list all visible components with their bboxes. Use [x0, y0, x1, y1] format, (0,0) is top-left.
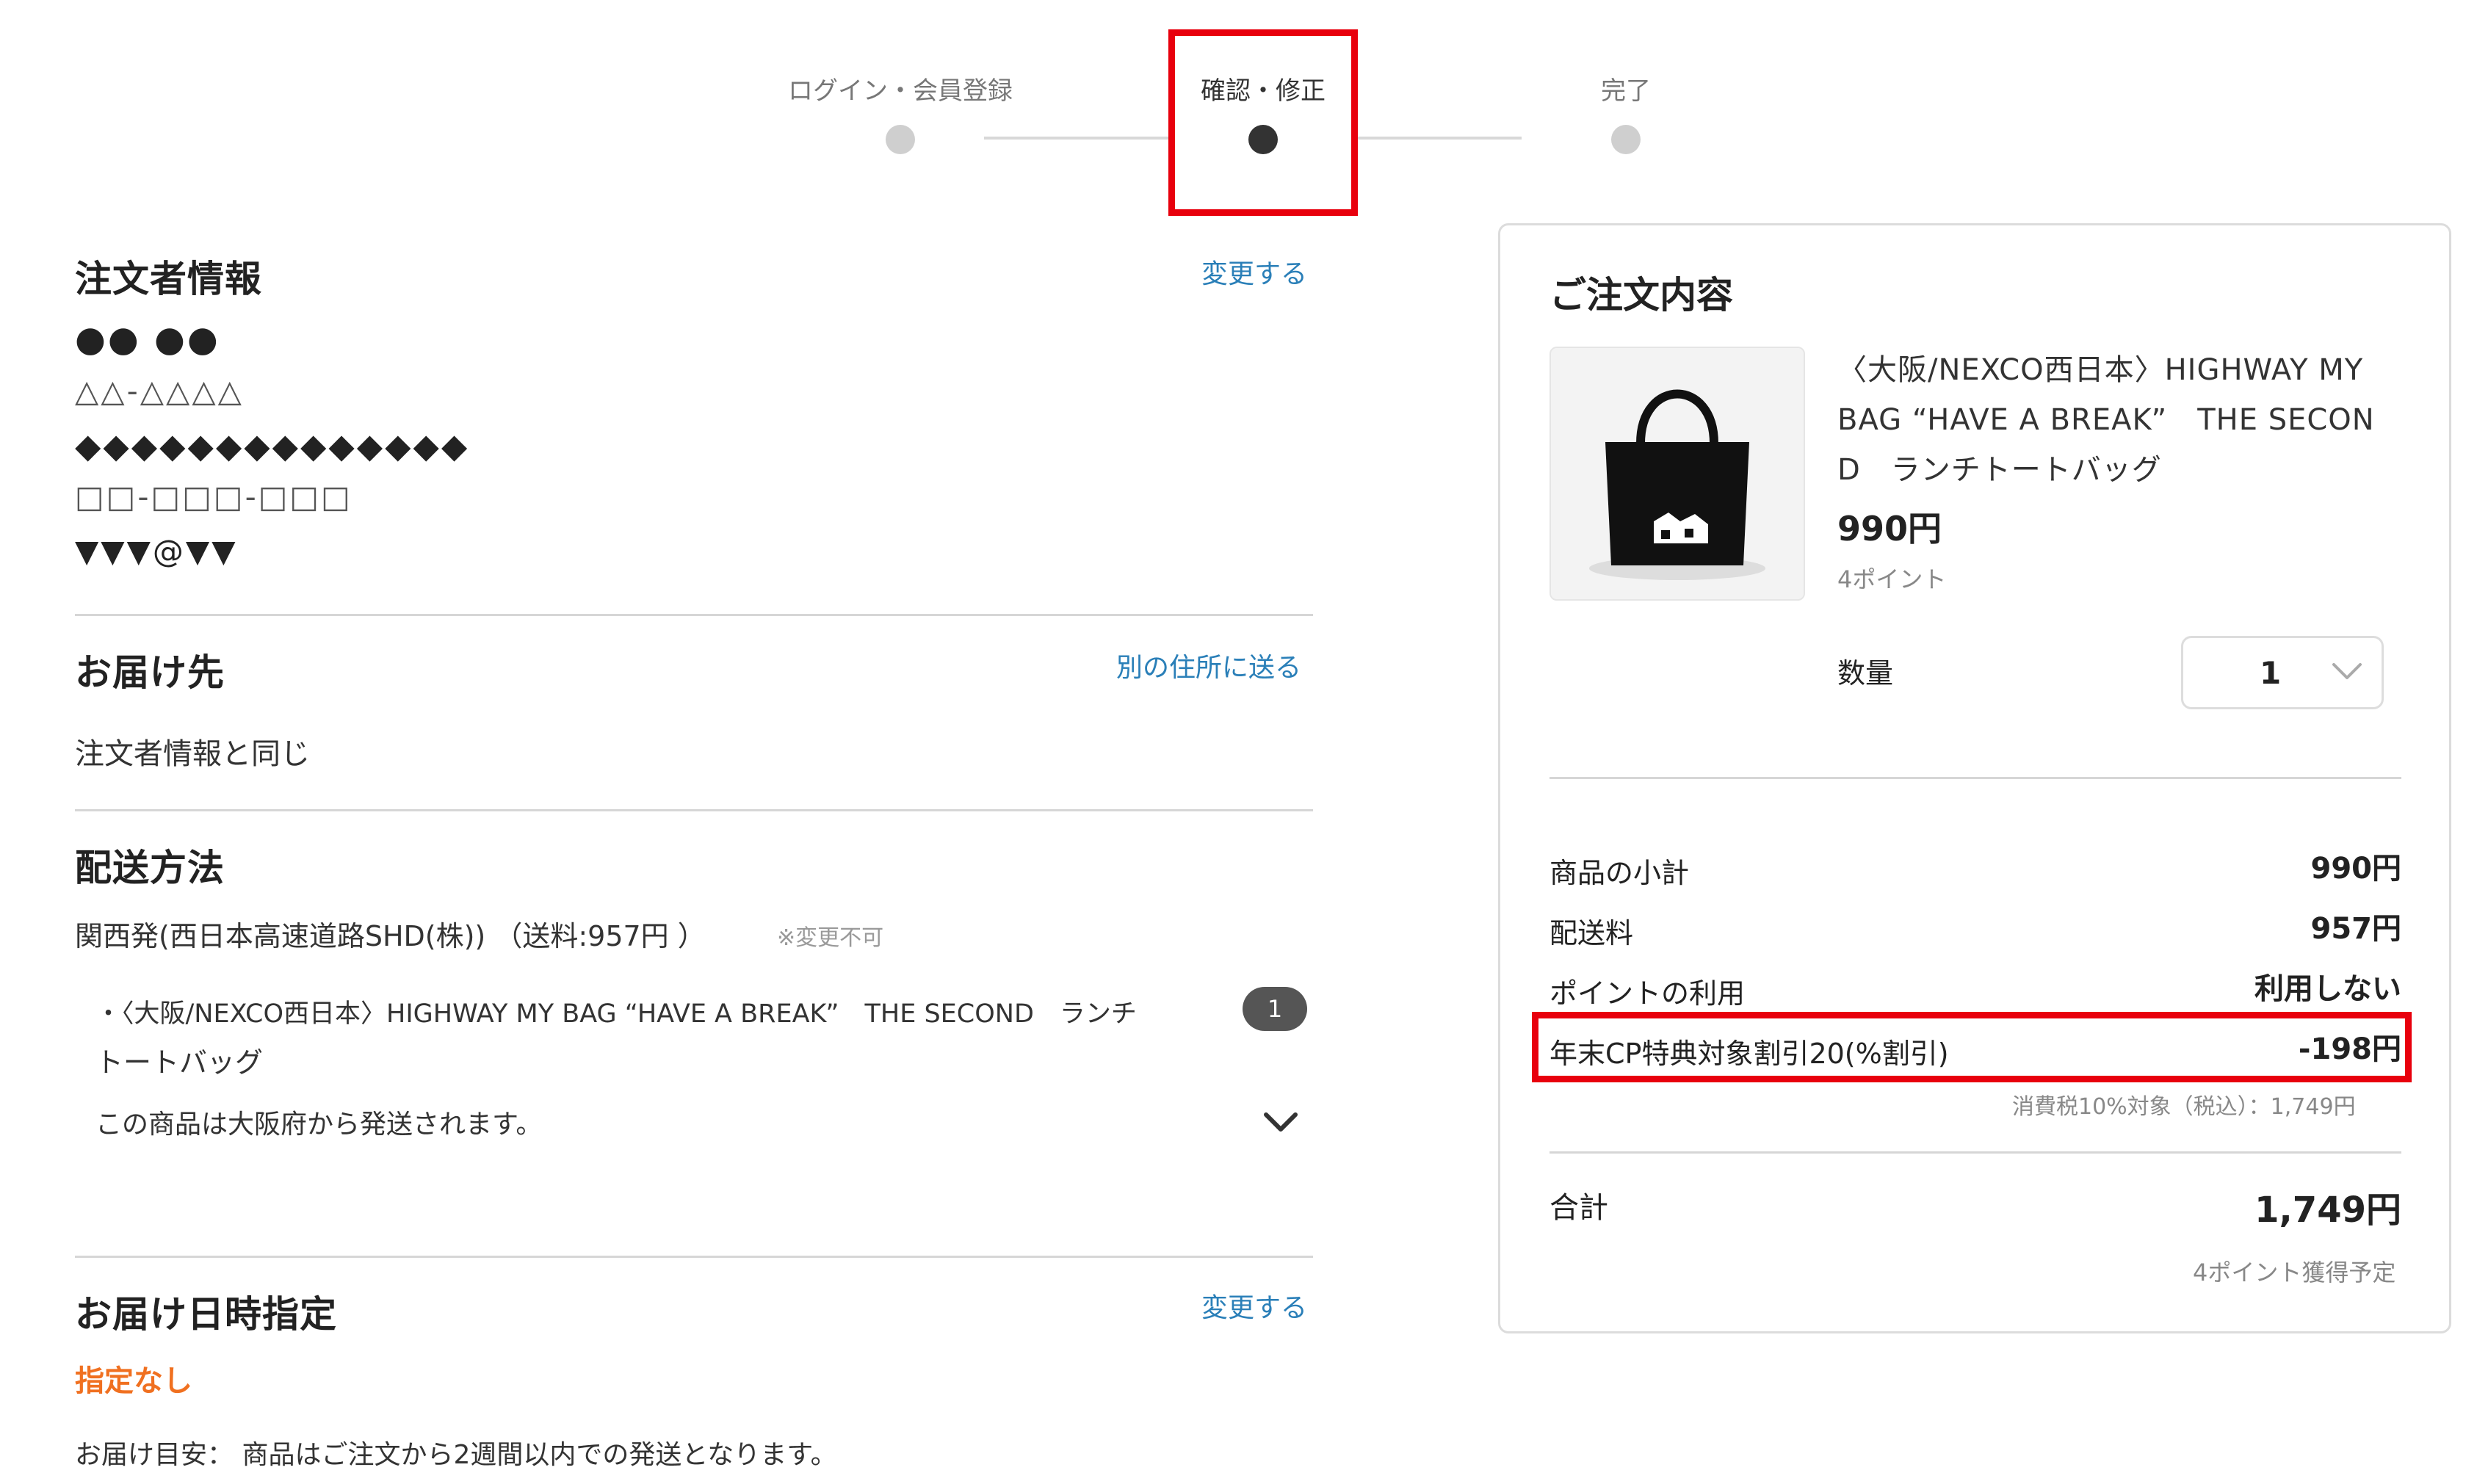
quantity-select[interactable]: 1 — [2181, 636, 2384, 709]
datetime-value: 指定なし — [75, 1364, 192, 1398]
points-usage-label: ポイントの利用 — [1550, 977, 1746, 1010]
product-name-line3[interactable]: D ランチトートバッグ — [1837, 445, 2162, 495]
divider-3 — [75, 1256, 1313, 1258]
datetime-change-link[interactable]: 変更する — [1201, 1286, 1307, 1325]
shipping-origin-note: この商品は大阪府から発送されます。 — [95, 1110, 543, 1140]
step-login-dot — [886, 125, 915, 154]
delivery-address-title: お届け先 — [75, 651, 225, 694]
orderer-name: ●● ●● — [75, 319, 220, 360]
orderer-change-link[interactable]: 変更する — [1201, 253, 1307, 291]
total-value: 1,749円 — [2254, 1190, 2401, 1231]
product-name-line1[interactable]: 〈大阪/NEXCO西日本〉HIGHWAY MY — [1837, 345, 2363, 395]
step-complete-label: 完了 — [1601, 76, 1651, 106]
subtotal-label: 商品の小計 — [1550, 857, 1690, 889]
shipping-method-title: 配送方法 — [75, 847, 225, 889]
orderer-postal: △△-△△△△ — [75, 373, 244, 409]
orderer-section-title: 注文者情報 — [75, 258, 262, 300]
subtotal-value: 990円 — [2310, 852, 2402, 886]
orderer-phone: □□-□□□-□□□ — [75, 479, 352, 515]
points-earned: 4ポイント獲得予定 — [2193, 1259, 2396, 1286]
discount-highlight-box — [1532, 1012, 2412, 1082]
product-name-line2[interactable]: BAG “HAVE A BREAK” THE SECON — [1837, 395, 2375, 445]
order-summary-title: ご注文内容 — [1550, 274, 1733, 316]
product-thumbnail[interactable] — [1550, 347, 1805, 601]
step-login-label: ログイン・会員登録 — [788, 76, 1013, 106]
shipping-fee-value: 957円 — [2310, 912, 2402, 946]
panel-divider-1 — [1550, 777, 2401, 779]
orderer-email: ▼▼▼@▼▼ — [75, 533, 238, 569]
delivery-estimate-text: お届け目安： 商品はご注文から2週間以内での発送となります。 — [75, 1440, 837, 1470]
tax-note: 消費税10%対象（税込）：1,749円 — [2012, 1094, 2356, 1120]
quantity-value: 1 — [2260, 654, 2282, 691]
shipping-method-value: 関西発(西日本高速道路SHD(株)) （送料:957円 ） — [75, 920, 706, 952]
stepper-line-2 — [1357, 137, 1522, 140]
shipping-item-line1: ・〈大阪/NEXCO西日本〉HIGHWAY MY BAG “HAVE A BRE… — [95, 999, 1137, 1029]
delivery-datetime-title: お届け日時指定 — [75, 1293, 337, 1336]
item-quantity-badge: 1 — [1243, 987, 1307, 1031]
shipping-fee-label: 配送料 — [1550, 917, 1634, 949]
quantity-label: 数量 — [1837, 657, 1894, 689]
shipping-item-line2: トートバッグ — [95, 1046, 264, 1079]
orderer-address: ◆◆◆◆◆◆◆◆◆◆◆◆◆◆ — [75, 426, 470, 466]
points-usage-value: 利用しない — [2254, 972, 2401, 1006]
chevron-down-icon[interactable] — [1262, 1107, 1300, 1137]
product-price: 990円 — [1837, 509, 1942, 549]
product-points: 4ポイント — [1837, 565, 1947, 593]
divider-1 — [75, 614, 1313, 616]
other-address-link[interactable]: 別の住所に送る — [1116, 646, 1301, 684]
step-complete-dot — [1611, 125, 1641, 154]
step-highlight-box — [1168, 29, 1358, 216]
chevron-down-icon — [2331, 660, 2363, 685]
divider-2 — [75, 809, 1313, 811]
delivery-address-value: 注文者情報と同じ — [75, 737, 310, 771]
total-label: 合計 — [1550, 1191, 1608, 1225]
panel-divider-2 — [1550, 1151, 2401, 1154]
stepper-line-1 — [984, 137, 1172, 140]
shipping-fixed-note: ※変更不可 — [777, 925, 884, 951]
